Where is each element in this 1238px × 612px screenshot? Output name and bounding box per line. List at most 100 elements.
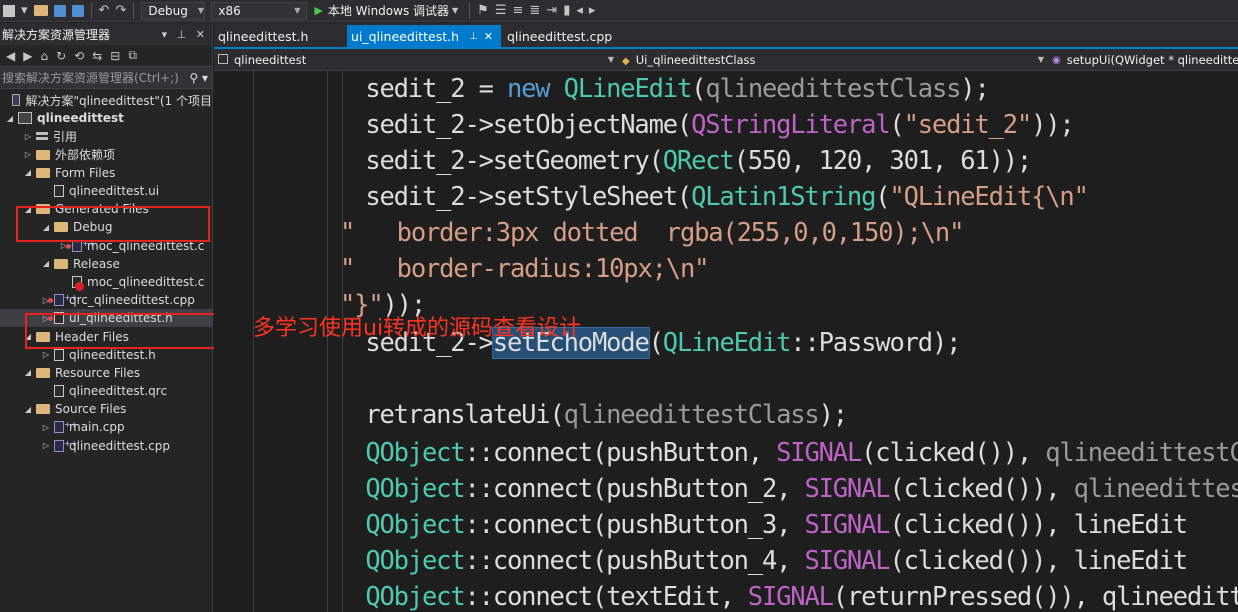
tree-item-label: Source Files	[55, 402, 127, 417]
code-token: ::connect(pushButton,	[464, 438, 777, 468]
code-token: qlineedittestClass	[705, 74, 961, 104]
project-select[interactable]: qlineedittest ▼	[214, 51, 618, 69]
expand-arrow-icon[interactable]: ▷	[22, 150, 34, 159]
tree-item[interactable]: ◢ Resource Files	[0, 364, 212, 382]
solution-config-select[interactable]: Debug ▼	[141, 1, 206, 20]
code-token: retranslateUi(	[252, 400, 564, 430]
collapse-arrow-icon[interactable]: ◢	[22, 168, 34, 177]
chevron-down-icon: ▼	[607, 55, 614, 64]
uncomment-icon[interactable]: ≣	[529, 3, 540, 18]
pin-icon[interactable]: ⊥	[469, 31, 478, 42]
close-icon[interactable]: ✕	[484, 30, 493, 43]
tree-item[interactable]: ◢ Source Files	[0, 400, 212, 418]
cpp-file-icon	[48, 293, 77, 307]
toolbar-divider	[90, 2, 92, 19]
find-in-files-icon[interactable]: ⚑	[477, 3, 489, 18]
document-tab[interactable]: qlineedittest.h	[214, 25, 345, 47]
tab-label: qlineedittest.h	[218, 28, 309, 44]
expand-arrow-icon[interactable]: ▷	[22, 132, 34, 141]
collapse-arrow-icon[interactable]: ◢	[4, 114, 16, 123]
panel-controls[interactable]: ▾ ⊥ ✕	[162, 28, 208, 41]
code-token: sedit_2 =	[252, 74, 507, 104]
collapse-arrow-icon[interactable]: ◢	[22, 368, 34, 377]
save-all-icon[interactable]	[71, 4, 84, 17]
tab-label: qlineedittest.cpp	[506, 28, 613, 44]
search-icon[interactable]: ⚲ ▾	[189, 71, 208, 85]
toolbar-divider	[133, 2, 135, 19]
collapse-arrow-icon[interactable]: ◢	[40, 259, 52, 268]
code-token: (550, 120, 301, 61));	[733, 146, 1033, 176]
new-project-icon[interactable]	[3, 4, 15, 17]
code-token: ));	[1031, 110, 1075, 140]
project-select-value: qlineedittest	[234, 52, 307, 67]
forward-icon[interactable]: ▶	[23, 49, 32, 63]
code-token: QObject	[365, 546, 465, 576]
tree-item[interactable]: ▷main.cpp	[0, 418, 212, 436]
start-debugging-button[interactable]: ▶ 本地 Windows 调试器 ▼	[314, 2, 461, 19]
open-folder-icon[interactable]	[33, 5, 48, 16]
chevron-down-icon: ▼	[197, 6, 204, 15]
save-icon[interactable]	[53, 4, 66, 17]
home-icon[interactable]: ⌂	[40, 49, 48, 63]
solution-search-box[interactable]: 搜索解决方案资源管理器(Ctrl+;) ⚲ ▾	[0, 67, 212, 89]
tree-item[interactable]: qlineedittest.qrc	[0, 382, 212, 400]
cpp-file-icon	[54, 420, 77, 434]
toolbar-divider	[469, 2, 471, 19]
code-token: QObject	[365, 510, 465, 540]
comment-icon[interactable]: ≡	[512, 3, 523, 18]
solution-platform-select[interactable]: x86 ▼	[211, 1, 308, 20]
dropdown-arrow-icon[interactable]: ▾	[21, 3, 28, 18]
collapse-arrow-icon[interactable]: ◢	[22, 405, 34, 414]
pending-changes-icon[interactable]: ⟲	[74, 49, 84, 63]
code-line: retranslateUi(qlineedittestClass);	[252, 397, 849, 433]
tree-item[interactable]: ◢ Release	[0, 255, 212, 273]
tree-item-label: qlineedittest	[37, 111, 124, 126]
code-token: QRect	[662, 146, 735, 176]
show-all-files-icon[interactable]: ⧉	[128, 48, 137, 63]
code-token: );	[818, 400, 849, 430]
expand-arrow-icon[interactable]: ▷	[40, 423, 52, 432]
member-select[interactable]: ◉ setupUi(QWidget * qlineedittestClass)	[1048, 51, 1238, 69]
code-line: QObject::connect(pushButton_2, SIGNAL(cl…	[252, 471, 1238, 507]
sync-icon[interactable]: ↻	[56, 49, 66, 63]
document-tabs: qlineedittest.h ui_qlineedittest.h ⊥ ✕ qline…	[214, 23, 1238, 47]
class-select-value: Ui_qlineedittestClass	[635, 52, 756, 67]
tree-item[interactable]: ◢ Form Files	[0, 164, 212, 182]
refresh-icon[interactable]: ⇆	[92, 49, 102, 63]
document-tab[interactable]: qlineedittest.cpp	[503, 25, 620, 47]
expand-arrow-icon[interactable]: ▷	[40, 441, 52, 450]
tree-item[interactable]: moc_qlineedittest.c	[0, 273, 212, 291]
back-icon[interactable]: ◀	[6, 49, 15, 63]
redo-icon[interactable]: ↷	[115, 3, 126, 18]
code-line: " border-radius:10px;\n"	[340, 251, 709, 287]
tree-item-label: Resource Files	[55, 365, 141, 380]
code-token: "sedit_2"	[903, 110, 1033, 140]
collapse-all-icon[interactable]: ⊟	[110, 49, 120, 63]
class-select[interactable]: ◆ Ui_qlineedittestClass ▼	[618, 51, 1048, 69]
tree-item[interactable]: qlineedittest.ui	[0, 182, 212, 200]
flag-icon[interactable]: ▮	[563, 3, 570, 18]
code-line: QObject::connect(pushButton_4, SIGNAL(cl…	[252, 543, 1188, 579]
cpp-file-icon	[54, 439, 77, 452]
tree-item[interactable]: ▷ 引用	[0, 127, 212, 145]
tree-item[interactable]: 解决方案"qlineedittest"(1 个项目	[0, 91, 212, 109]
tree-item-label: qrc_qlineedittest.cpp	[69, 293, 195, 308]
code-token: (	[875, 182, 890, 212]
bookmark-icon[interactable]: ☰	[495, 3, 507, 18]
next-bookmark-icon[interactable]: ▸	[589, 3, 596, 18]
chevron-down-icon: ▼	[294, 6, 301, 15]
tree-item[interactable]: ▷ 外部依赖项	[0, 146, 212, 164]
document-tab[interactable]: ui_qlineedittest.h ⊥ ✕	[347, 25, 501, 47]
chevron-down-icon[interactable]: ▼	[452, 6, 458, 15]
undo-icon[interactable]: ↶	[99, 3, 110, 18]
tree-item[interactable]: ◢ qlineedittest	[0, 109, 212, 127]
expand-arrow-icon[interactable]: ▷	[40, 350, 52, 359]
tree-item[interactable]: ▷ qlineedittest.cpp	[0, 437, 212, 455]
code-token: (clicked()),	[889, 474, 1074, 504]
code-line: QObject::connect(textEdit, SIGNAL(return…	[252, 579, 1238, 612]
prev-bookmark-icon[interactable]: ◂	[576, 3, 583, 18]
tree-item[interactable]: ▷qrc_qlineedittest.cpp	[0, 291, 212, 309]
indent-icon[interactable]: ⇥	[546, 3, 557, 18]
folder-icon	[54, 258, 68, 269]
